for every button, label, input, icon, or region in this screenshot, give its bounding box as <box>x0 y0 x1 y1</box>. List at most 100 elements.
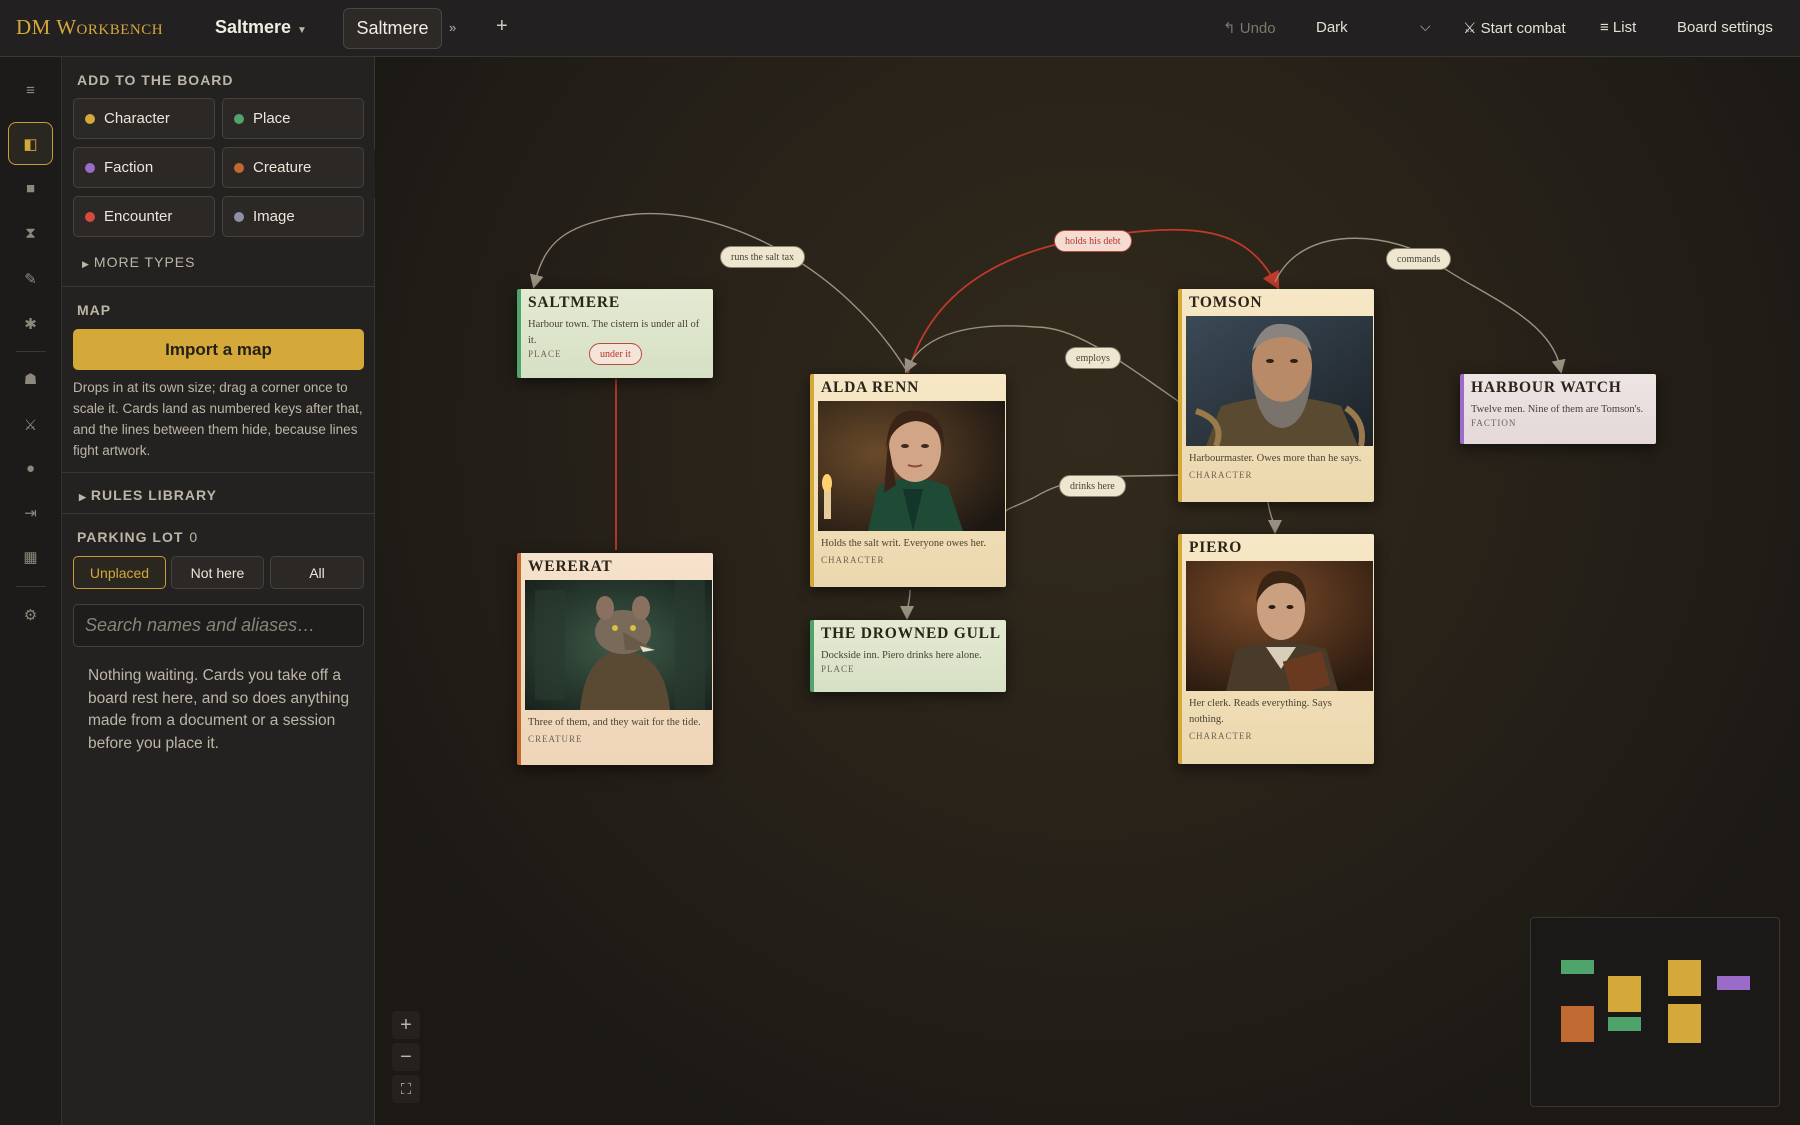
card-type: FACTION <box>1471 418 1517 428</box>
card-description: Three of them, and they wait for the tid… <box>528 717 701 728</box>
add-faction-label: Faction <box>104 159 154 176</box>
board-name: Saltmere <box>215 17 292 37</box>
add-image-label: Image <box>253 208 295 225</box>
minimap-wererat <box>1561 1006 1594 1042</box>
chevron-down-icon[interactable]: ⌵ <box>1420 18 1431 35</box>
caret-right-icon: ▶ <box>82 259 90 269</box>
edge-tomson-piero[interactable] <box>1267 501 1282 534</box>
creature-image <box>525 580 712 710</box>
rail-divider <box>16 586 46 587</box>
creature-dot-icon <box>234 162 244 173</box>
edge-label-drinks-here[interactable]: drinks here <box>1059 475 1126 497</box>
dot-icon[interactable]: ● <box>8 447 53 490</box>
theme-select[interactable]: Dark <box>1316 19 1348 36</box>
card-piero[interactable]: PIERO Her clerk. Reads everything. Says … <box>1178 534 1374 764</box>
list-view-button[interactable]: ≡ List <box>1600 19 1636 36</box>
image-dot-icon <box>234 211 244 222</box>
side-panel: ADD TO THE BOARD Character Place Faction… <box>62 57 375 1125</box>
card-title: SALTMERE <box>528 294 620 311</box>
edge-alda-gull[interactable] <box>900 589 915 620</box>
parking-lot-count: 0 <box>189 529 199 545</box>
square-icon[interactable]: ■ <box>8 167 53 210</box>
minimap[interactable] <box>1530 917 1780 1107</box>
minimap-harbour <box>1717 976 1750 990</box>
filter-all[interactable]: All <box>270 556 364 589</box>
card-tomson[interactable]: TOMSON Harbourmaster. Owes more than he … <box>1178 289 1374 502</box>
chevron-down-icon: ▼ <box>297 25 307 36</box>
parking-lot-label: PARKING LOT <box>77 529 184 545</box>
add-faction-button[interactable]: Faction <box>73 147 215 188</box>
minimap-piero <box>1668 1004 1701 1043</box>
card-harbour-watch[interactable]: HARBOUR WATCH Twelve men. Nine of them a… <box>1460 374 1656 444</box>
add-creature-button[interactable]: Creature <box>222 147 364 188</box>
gear-icon[interactable]: ⚙ <box>8 593 53 636</box>
card-title: HARBOUR WATCH <box>1471 379 1622 396</box>
add-tab-button[interactable]: + <box>496 15 508 38</box>
card-drowned-gull[interactable]: THE DROWNED GULL Dockside inn. Piero dri… <box>810 620 1006 692</box>
card-description: Twelve men. Nine of them are Tomson's. <box>1471 404 1644 415</box>
sparkle-icon[interactable]: ✱ <box>8 302 53 345</box>
parking-search-input[interactable]: Search names and aliases… <box>73 604 364 647</box>
add-image-button[interactable]: Image <box>222 196 364 237</box>
board-settings-button[interactable]: Board settings <box>1677 19 1773 36</box>
tabs-overflow-button[interactable]: » <box>449 20 456 35</box>
more-types-label: MORE TYPES <box>93 254 196 270</box>
panel-icon[interactable]: ◧ <box>8 122 53 165</box>
map-description: Drops in at its own size; drag a corner … <box>73 380 363 458</box>
tab-saltmere[interactable]: Saltmere <box>343 8 442 49</box>
divider <box>62 472 375 473</box>
card-description: Harbourmaster. Owes more than he says. <box>1189 453 1362 464</box>
portrait-image <box>818 401 1005 531</box>
grid-icon[interactable]: ▦ <box>8 535 53 578</box>
add-section-title: ADD TO THE BOARD <box>77 72 234 88</box>
menu-icon[interactable]: ≡ <box>8 69 53 112</box>
divider <box>62 286 375 287</box>
hourglass-icon[interactable]: ⧗ <box>8 212 53 255</box>
card-description: Holds the salt writ. Everyone owes her. <box>821 538 987 549</box>
card-description: Dockside inn. Piero drinks here alone. <box>821 650 982 661</box>
icon-rail: ≡ ◧ ■ ⧗ ✎ ✱ ☗ ⚔ ● ⇥ ▦ ⚙ <box>0 57 62 1125</box>
rules-library-label: RULES LIBRARY <box>90 487 217 503</box>
fit-view-button[interactable]: ⛶ <box>392 1075 420 1103</box>
add-character-label: Character <box>104 110 170 127</box>
portrait-image <box>1186 316 1373 446</box>
pen-icon[interactable]: ✎ <box>8 257 53 300</box>
import-map-button[interactable]: Import a map <box>73 329 364 370</box>
place-dot-icon <box>234 113 244 124</box>
import-icon[interactable]: ⇥ <box>8 491 53 534</box>
edge-label-holds-debt[interactable]: holds his debt <box>1054 230 1132 252</box>
board-switcher[interactable]: Saltmere ▼ <box>215 17 307 38</box>
add-creature-label: Creature <box>253 159 312 176</box>
card-type: CREATURE <box>528 734 583 744</box>
add-encounter-button[interactable]: Encounter <box>73 196 215 237</box>
card-wererat[interactable]: WERERAT Three of them, and they wait for… <box>517 553 713 765</box>
parking-empty-message: Nothing waiting. Cards you take off a bo… <box>88 667 350 752</box>
filter-not-here[interactable]: Not here <box>171 556 264 589</box>
encounter-dot-icon <box>85 211 95 222</box>
card-title: TOMSON <box>1189 294 1263 311</box>
caret-right-icon: ▶ <box>79 492 87 502</box>
board-canvas[interactable]: runs the salt tax holds his debt command… <box>375 57 1800 1125</box>
minimap-tomson <box>1668 960 1701 996</box>
add-place-button[interactable]: Place <box>222 98 364 139</box>
app-brand: DM Workbench <box>16 15 164 39</box>
swords-icon[interactable]: ⚔ <box>8 403 53 446</box>
card-title: THE DROWNED GULL <box>821 625 1001 642</box>
card-alda-renn[interactable]: ALDA RENN Holds the salt writ. Everyone … <box>810 374 1006 587</box>
bell-icon[interactable]: ☗ <box>8 357 53 400</box>
edge-label-commands[interactable]: commands <box>1386 248 1452 270</box>
filter-unplaced[interactable]: Unplaced <box>73 556 166 589</box>
edge-label-under-it[interactable]: under it <box>589 343 642 365</box>
undo-button[interactable]: ↰ Undo <box>1223 19 1276 37</box>
add-character-button[interactable]: Character <box>73 98 215 139</box>
more-types-toggle[interactable]: ▶ MORE TYPES <box>82 254 195 270</box>
edge-label-runs-salt-tax[interactable]: runs the salt tax <box>720 246 806 268</box>
zoom-out-button[interactable]: − <box>392 1043 420 1071</box>
divider <box>62 513 375 514</box>
start-combat-button[interactable]: ⚔ Start combat <box>1463 19 1566 37</box>
rules-library-toggle[interactable]: ▶ RULES LIBRARY <box>79 487 217 503</box>
card-type: CHARACTER <box>1189 731 1253 741</box>
card-type: CHARACTER <box>1189 470 1253 480</box>
zoom-in-button[interactable]: + <box>392 1011 420 1039</box>
edge-label-employs[interactable]: employs <box>1065 347 1121 369</box>
